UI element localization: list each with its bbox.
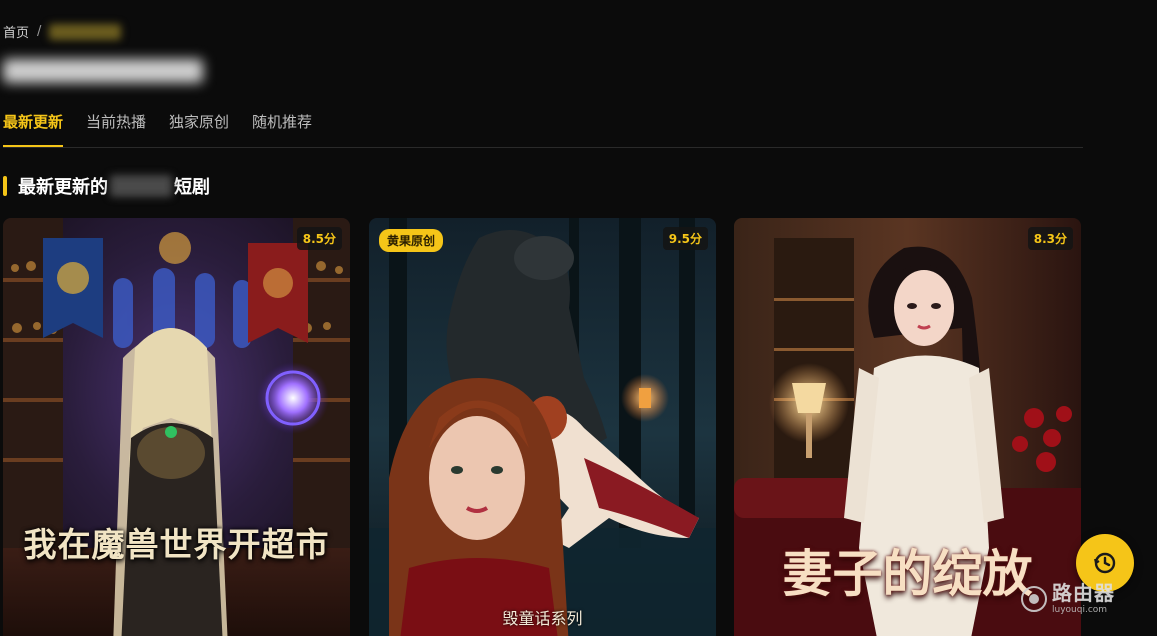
watermark-name: 路由器 [1052,581,1115,605]
tab-trending[interactable]: 当前热播 [86,108,146,146]
tab-random[interactable]: 随机推荐 [252,108,312,146]
section-header: 最新更新的 短剧 [3,174,210,198]
page-title [3,54,203,88]
score-badge: 8.3分 [1027,227,1073,250]
score-badge: 9.5分 [662,227,708,250]
original-badge: 黄果原创 [379,229,444,252]
page: 首页 / 最新更新 当前热播 独家原创 随机推荐 最新更新的 短剧 8.5分 我… [0,0,1157,636]
breadcrumb: 首页 / [3,22,122,41]
breadcrumb-current-redacted [49,23,122,40]
drama-card[interactable]: 黄果原创 9.5分 毁童话系列 [369,218,716,636]
watermark-url: luyouqi.com [1052,605,1108,615]
history-icon [1094,552,1116,574]
section-title-prefix: 最新更新的 [18,177,108,198]
card-poster-series: 毁童话系列 [502,609,583,628]
card-poster-image [369,218,716,636]
breadcrumb-home-link[interactable]: 首页 [3,22,29,41]
drama-card[interactable]: 8.5分 我在魔兽世界开超市 [3,218,350,636]
page-title-redacted [3,59,203,83]
section-title-redacted [110,175,172,197]
breadcrumb-separator: / [37,24,42,39]
section-accent-bar [3,176,7,196]
card-poster-image [3,218,350,636]
tab-exclusive[interactable]: 独家原创 [169,108,229,146]
drama-card-list: 8.5分 我在魔兽世界开超市 黄果原创 9.5分 毁童话系列 8.3分 妻子的绽… [3,218,1083,636]
site-watermark: 路由器 luyouqi.com [1020,574,1157,624]
tab-bar: 最新更新 当前热播 独家原创 随机推荐 [3,108,1083,148]
card-poster-title: 我在魔兽世界开超市 [23,525,330,564]
score-badge: 8.5分 [296,227,342,250]
tab-latest[interactable]: 最新更新 [3,108,64,147]
router-logo-icon [1021,586,1047,612]
section-title-suffix: 短剧 [174,177,210,198]
